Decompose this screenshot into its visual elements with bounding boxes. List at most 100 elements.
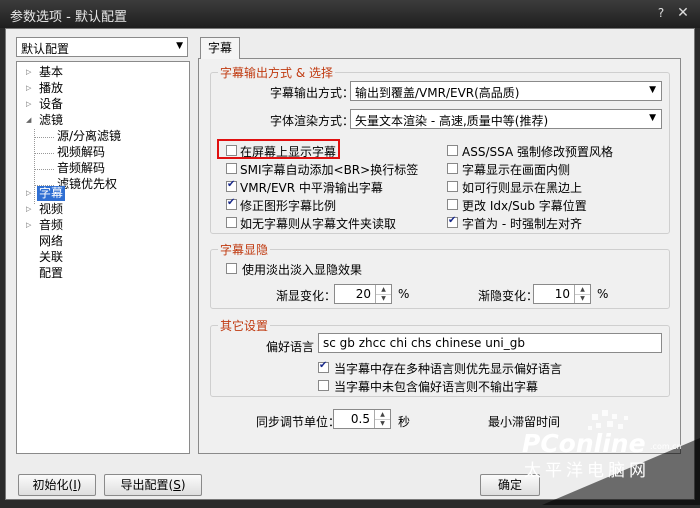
expand-arrow-icon[interactable]: ▷ — [26, 65, 34, 80]
sync-unit-label: 同步调节单位： — [256, 415, 341, 429]
init-shortcut: I — [73, 478, 77, 492]
left-checkbox-label: SMI字幕自动添加<BR>换行标签 — [240, 163, 419, 177]
check-icon: ✔ — [448, 215, 457, 226]
right-checkbox-4[interactable]: ✔ — [447, 215, 458, 228]
fade-group-title: 字幕显隐 — [218, 241, 271, 258]
pconline-watermark: PConline .com.cn 太平洋电脑网 — [510, 408, 700, 505]
check-icon: ✔ — [227, 197, 236, 208]
spin-down-icon[interactable]: ▼ — [375, 294, 391, 303]
right-checkbox-3[interactable] — [447, 199, 458, 210]
tab-subtitles[interactable]: 字幕 — [200, 37, 240, 59]
tree-item-video[interactable]: 视频 — [39, 202, 63, 217]
tree-item-basic[interactable]: 基本 — [39, 65, 63, 80]
watermark-domain: .com.cn — [650, 442, 682, 451]
font-render-value: 矢量文本渲染 - 高速,质量中等(推荐) — [355, 114, 549, 128]
tree-item-config[interactable]: 配置 — [39, 266, 63, 281]
fade-out-value: 10 — [554, 287, 570, 301]
right-checkbox-2[interactable] — [447, 181, 458, 192]
preset-value: 默认配置 — [21, 42, 70, 56]
check-icon: ✔ — [319, 360, 328, 371]
pref-lang-value: sc gb zhcc chi chs chinese uni_gb — [323, 336, 526, 350]
sync-unit: 秒 — [398, 415, 411, 429]
font-render-select[interactable]: 矢量文本渲染 - 高速,质量中等(推荐) ▼ — [350, 109, 662, 129]
fade-in-label: 渐显变化： — [276, 289, 337, 303]
title-bar: 参数选项 - 默认配置 ? ✕ — [0, 0, 700, 28]
tree-guide-line — [34, 153, 54, 154]
other-group-title: 其它设置 — [218, 317, 271, 334]
use-fade-checkbox[interactable] — [226, 263, 237, 274]
left-checkbox-label: 修正图形字幕比例 — [240, 199, 337, 213]
font-render-label: 字体渲染方式： — [270, 114, 355, 128]
init-button[interactable]: 初始化(I) — [18, 474, 96, 496]
expand-arrow-icon[interactable]: ▷ — [26, 81, 34, 96]
preset-select[interactable]: 默认配置 ▼ — [16, 37, 188, 57]
tree-item-filters[interactable]: 滤镜 — [39, 113, 63, 128]
help-button[interactable]: ? — [652, 4, 670, 22]
watermark-cn: 太平洋电脑网 — [524, 461, 650, 481]
right-checkbox-label: 如可行则显示在黑边上 — [462, 181, 583, 195]
tree-item-network[interactable]: 网络 — [39, 234, 63, 249]
spin-down-icon[interactable]: ▼ — [374, 419, 390, 428]
fade-out-spinner[interactable]: 10 ▲ ▼ — [533, 284, 591, 304]
fade-out-label: 渐隐变化： — [478, 289, 539, 303]
tree-guide-line — [34, 169, 54, 170]
left-checkbox-4[interactable] — [226, 217, 237, 228]
export-config-button[interactable]: 导出配置(S) — [104, 474, 202, 496]
right-checkbox-label: ASS/SSA 强制修改预置风格 — [462, 145, 613, 159]
right-checkbox-1[interactable] — [447, 163, 458, 174]
tree-guide-line — [34, 137, 54, 138]
right-checkbox-label: 更改 Idx/Sub 字幕位置 — [462, 199, 587, 213]
tree-item-filter-priority[interactable]: 滤镜优先权 — [57, 177, 117, 192]
expand-arrow-icon[interactable]: ▷ — [26, 202, 34, 217]
chevron-down-icon: ▼ — [176, 41, 183, 51]
collapse-arrow-icon[interactable]: ◢ — [26, 113, 34, 128]
output-group-title: 字幕输出方式 & 选择 — [218, 64, 335, 81]
pref-lang-label: 偏好语言 — [266, 340, 315, 354]
sync-spinner[interactable]: 0.5 ▲ ▼ — [333, 409, 391, 429]
expand-arrow-icon[interactable]: ▷ — [26, 97, 34, 112]
left-checkbox-3[interactable]: ✔ — [226, 197, 237, 210]
tree-item-audio[interactable]: 音频 — [39, 218, 63, 233]
export-shortcut: S — [173, 478, 181, 492]
left-checkbox-2[interactable]: ✔ — [226, 179, 237, 192]
pref-lang-priority-label: 当字幕中存在多种语言则优先显示偏好语言 — [334, 362, 563, 376]
tree-item-device[interactable]: 设备 — [39, 97, 63, 112]
export-button-label: 导出配置( — [120, 478, 174, 492]
sync-value: 0.5 — [350, 412, 370, 426]
right-checkbox-0[interactable] — [447, 145, 458, 156]
tree-item-source-filters[interactable]: 源/分离滤镜 — [57, 129, 121, 144]
chevron-down-icon: ▼ — [649, 85, 656, 95]
tree-item-playback[interactable]: 播放 — [39, 81, 63, 96]
left-checkbox-label: 如无字幕则从字幕文件夹读取 — [240, 217, 397, 231]
output-mode-select[interactable]: 输出到覆盖/VMR/EVR(高品质) ▼ — [350, 81, 662, 101]
output-mode-value: 输出到覆盖/VMR/EVR(高品质) — [355, 86, 520, 100]
pref-lang-input[interactable]: sc gb zhcc chi chs chinese uni_gb — [318, 333, 662, 353]
init-button-label: 初始化( — [32, 478, 74, 492]
left-checkbox-1[interactable] — [226, 163, 237, 174]
tree-item-audio-decoder[interactable]: 音频解码 — [57, 161, 105, 176]
tree-item-association[interactable]: 关联 — [39, 250, 63, 265]
no-pref-lang-checkbox[interactable] — [318, 380, 329, 391]
watermark-graphic: PConline .com.cn 太平洋电脑网 — [522, 410, 700, 505]
watermark-logo: PConline — [522, 429, 646, 458]
chevron-down-icon: ▼ — [649, 113, 656, 123]
check-icon: ✔ — [227, 179, 236, 190]
expand-arrow-icon[interactable]: ▷ — [26, 218, 34, 233]
close-button[interactable]: ✕ — [674, 4, 692, 22]
settings-tree: ▷ 基本 ▷ 播放 ▷ 设备 ◢ 滤镜 源/分离滤镜 视频解码 音频解码 滤镜优… — [16, 61, 190, 454]
tree-item-video-decoder[interactable]: 视频解码 — [57, 145, 105, 160]
output-mode-label: 字幕输出方式： — [270, 86, 355, 100]
fade-in-unit: % — [398, 287, 410, 301]
window-title: 参数选项 - 默认配置 — [10, 10, 127, 25]
fade-in-spinner[interactable]: 20 ▲ ▼ — [334, 284, 392, 304]
tree-item-subtitles[interactable]: 字幕 — [37, 186, 66, 201]
right-checkbox-label: 字幕显示在画面内侧 — [462, 163, 571, 177]
use-fade-label: 使用淡出淡入显隐效果 — [242, 263, 363, 277]
spin-down-icon[interactable]: ▼ — [574, 294, 590, 303]
left-checkbox-label: VMR/EVR 中平滑输出字幕 — [240, 181, 383, 195]
fade-out-unit: % — [597, 287, 609, 301]
highlight-box — [217, 139, 340, 159]
expand-arrow-icon[interactable]: ▷ — [26, 186, 34, 201]
tree-guide-line — [34, 129, 35, 204]
pref-lang-priority-checkbox[interactable]: ✔ — [318, 360, 329, 373]
